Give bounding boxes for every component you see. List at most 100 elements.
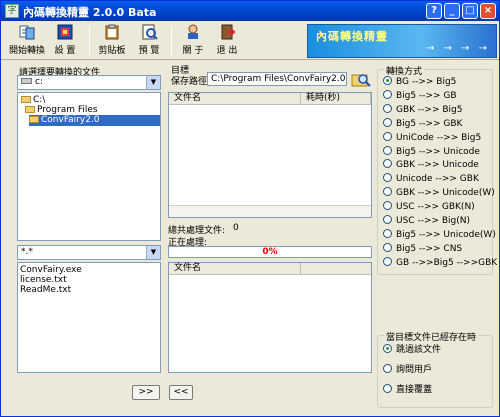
drive-select[interactable]: c: ▼ bbox=[17, 75, 161, 90]
radio-dot-icon[interactable] bbox=[383, 242, 392, 252]
list-item[interactable]: ConvFairy.exe bbox=[20, 265, 82, 275]
conversion-mode-radio-label: Big5 -->> Unicode bbox=[396, 146, 480, 157]
minimize-button[interactable]: _ bbox=[444, 3, 460, 19]
column-header-filename[interactable]: 文件名 bbox=[169, 263, 301, 275]
conversion-mode-radio-label: GBK -->> Unicode bbox=[396, 160, 479, 171]
progress-text: 0% bbox=[262, 247, 278, 257]
radio-dot-icon[interactable] bbox=[383, 173, 392, 183]
filter-select[interactable]: *.* ▼ bbox=[17, 245, 161, 260]
conversion-mode-radio[interactable]: USC -->> GBK(N) bbox=[383, 201, 475, 213]
conversion-mode-radio[interactable]: Big5 -->> Unicode(W) bbox=[383, 228, 496, 241]
save-path-value: C:\Program Files\ConvFairy2.0 bbox=[211, 74, 346, 84]
radio-dot-icon[interactable] bbox=[383, 228, 392, 238]
result-table[interactable]: 文件名 耗時(秒) bbox=[168, 92, 372, 218]
radio-dot-icon[interactable] bbox=[383, 215, 392, 224]
add-files-button[interactable]: >> bbox=[132, 385, 160, 400]
conversion-mode-radio[interactable]: GBK -->> Unicode(W) bbox=[383, 187, 495, 199]
file-exists-radio-label: 直接覆蓋 bbox=[396, 385, 433, 395]
radio-dot-icon[interactable] bbox=[383, 76, 392, 85]
conversion-mode-radio[interactable]: GBK -->> Big5 bbox=[383, 103, 463, 116]
column-header-filename[interactable]: 文件名 bbox=[169, 93, 301, 105]
queue-table[interactable]: 文件名 bbox=[168, 262, 372, 373]
file-exists-radio-label: 詢問用戶 bbox=[396, 365, 433, 375]
preview-button[interactable]: 預 覽 bbox=[135, 24, 163, 58]
main-window: 字 內碼轉換精靈 2.0.0 Bata ? _ □ × 開始轉換 設 置 剪貼板… bbox=[0, 0, 500, 417]
folder-tree[interactable]: C:\ Program Files ConvFairy2.0 bbox=[17, 92, 161, 241]
result-table-header: 文件名 耗時(秒) bbox=[169, 93, 371, 105]
clipboard-icon bbox=[105, 24, 119, 40]
radio-dot-icon[interactable] bbox=[383, 187, 392, 197]
radio-dot-icon[interactable] bbox=[383, 256, 392, 266]
conversion-mode-radio[interactable]: Big5 -->> Unicode bbox=[383, 145, 480, 158]
radio-dot-icon[interactable] bbox=[383, 117, 392, 127]
clipboard-button[interactable]: 剪貼板 bbox=[97, 24, 127, 58]
clipboard-label: 剪貼板 bbox=[98, 46, 126, 56]
tree-item-label: Program Files bbox=[37, 105, 98, 115]
progress-bar: 0% bbox=[168, 246, 372, 258]
horizontal-scrollbar[interactable] bbox=[169, 205, 371, 217]
conversion-mode-radio-label: Big5 -->> GB bbox=[396, 90, 457, 101]
folder-open-icon bbox=[21, 96, 31, 103]
title-bar[interactable]: 字 內碼轉換精靈 2.0.0 Bata ? _ □ × bbox=[1, 1, 499, 21]
settings-label: 設 置 bbox=[54, 46, 76, 56]
about-label: 關 于 bbox=[182, 46, 204, 56]
radio-dot-icon[interactable] bbox=[383, 89, 392, 99]
exit-button[interactable]: 退 出 bbox=[213, 24, 241, 58]
tree-item-convfairy[interactable]: ConvFairy2.0 bbox=[29, 115, 160, 126]
conversion-mode-radio[interactable]: Unicode -->> GBK bbox=[383, 173, 479, 185]
conversion-mode-radio[interactable]: USC -->> Big(N) bbox=[383, 215, 470, 227]
conversion-mode-radio-label: BG -->> Big5 bbox=[396, 77, 457, 87]
conversion-mode-radio-label: Big5 -->> CNS bbox=[396, 243, 463, 254]
convert-button[interactable]: 開始轉換 bbox=[9, 24, 45, 58]
toolbar-separator bbox=[89, 26, 90, 56]
folder-search-icon bbox=[351, 74, 371, 87]
app-icon: 字 bbox=[5, 4, 19, 18]
help-button[interactable]: ? bbox=[426, 3, 442, 19]
radio-dot-icon[interactable] bbox=[383, 103, 392, 113]
conversion-mode-radio[interactable]: GBK -->> Unicode bbox=[383, 159, 479, 171]
conversion-mode-radio-label: GBK -->> Big5 bbox=[396, 104, 463, 115]
conversion-mode-radio-label: GB -->>Big5 -->>GBK bbox=[396, 257, 498, 268]
radio-dot-icon[interactable] bbox=[383, 201, 392, 211]
radio-dot-icon[interactable] bbox=[383, 364, 392, 373]
list-item[interactable]: ReadMe.txt bbox=[20, 285, 71, 295]
file-exists-radio[interactable]: 詢問用戶 bbox=[383, 364, 432, 376]
conversion-mode-radio-label: Big5 -->> Unicode(W) bbox=[396, 229, 496, 240]
conversion-mode-radio[interactable]: GB -->>Big5 -->>GBK bbox=[383, 256, 498, 269]
radio-dot-icon[interactable] bbox=[383, 384, 392, 393]
radio-dot-icon[interactable] bbox=[383, 159, 392, 169]
drive-value: c: bbox=[35, 77, 43, 87]
list-item[interactable]: license.txt bbox=[20, 275, 67, 285]
about-button[interactable]: 關 于 bbox=[179, 24, 207, 58]
file-exists-radio[interactable]: 直接覆蓋 bbox=[383, 384, 432, 396]
file-exists-radio[interactable]: 跳過該文件 bbox=[383, 344, 441, 356]
banner-title: 內碼轉換精靈 bbox=[316, 30, 388, 43]
chevron-down-icon[interactable]: ▼ bbox=[146, 76, 160, 89]
folder-open-icon bbox=[25, 106, 35, 113]
remove-files-button[interactable]: << bbox=[169, 385, 193, 400]
maximize-button[interactable]: □ bbox=[462, 3, 478, 19]
radio-dot-icon[interactable] bbox=[383, 131, 392, 141]
tree-item-label: C:\ bbox=[33, 95, 46, 105]
close-button[interactable]: × bbox=[480, 3, 496, 19]
conversion-mode-radio[interactable]: Big5 -->> GBK bbox=[383, 117, 462, 130]
settings-button[interactable]: 設 置 bbox=[51, 24, 79, 58]
column-header-time[interactable]: 耗時(秒) bbox=[301, 93, 371, 105]
conversion-mode-radio[interactable]: UniCode -->> Big5 bbox=[383, 131, 482, 144]
window-controls: ? _ □ × bbox=[426, 3, 496, 19]
preview-label: 預 覽 bbox=[138, 46, 160, 56]
conversion-mode-radio[interactable]: BG -->> Big5 bbox=[383, 76, 456, 88]
file-list[interactable]: ConvFairy.exe license.txt ReadMe.txt bbox=[17, 262, 161, 373]
conversion-mode-radio[interactable]: Big5 -->> CNS bbox=[383, 242, 463, 255]
file-exists-radio-label: 跳過該文件 bbox=[396, 345, 442, 355]
chevron-down-icon[interactable]: ▼ bbox=[146, 246, 160, 259]
browse-folder-button[interactable] bbox=[351, 70, 371, 89]
conversion-mode-radio-label: USC -->> GBK(N) bbox=[396, 202, 475, 213]
radio-dot-icon[interactable] bbox=[383, 145, 392, 155]
save-path-input[interactable]: C:\Program Files\ConvFairy2.0 bbox=[207, 72, 347, 86]
conversion-mode-radio-label: UniCode -->> Big5 bbox=[396, 132, 482, 143]
toolbar: 開始轉換 設 置 剪貼板 預 覽 關 于 退 出 內碼轉換精靈 → → → → bbox=[1, 22, 499, 60]
conversion-mode-radio[interactable]: Big5 -->> GB bbox=[383, 89, 457, 102]
toolbar-separator bbox=[171, 26, 172, 56]
radio-dot-icon[interactable] bbox=[383, 344, 392, 353]
